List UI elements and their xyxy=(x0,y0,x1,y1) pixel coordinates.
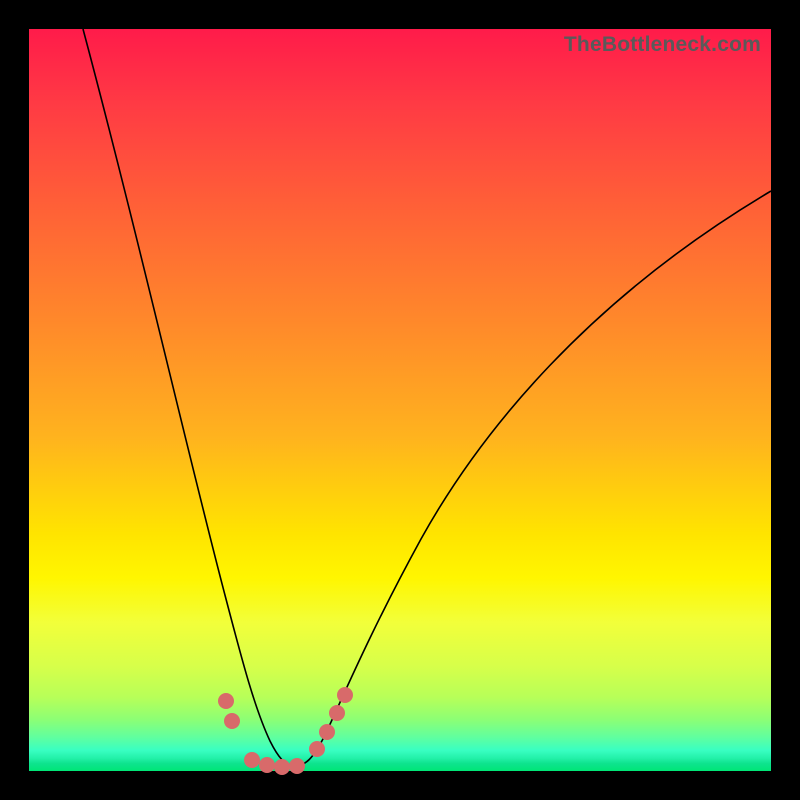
marker-group xyxy=(218,687,353,775)
plot-area: TheBottleneck.com xyxy=(29,29,771,771)
marker-dot xyxy=(337,687,353,703)
marker-dot xyxy=(319,724,335,740)
marker-dot xyxy=(289,758,305,774)
marker-dot xyxy=(224,713,240,729)
marker-dot xyxy=(329,705,345,721)
marker-dot xyxy=(274,759,290,775)
marker-dot xyxy=(259,757,275,773)
chart-overlay xyxy=(29,29,771,771)
marker-dot xyxy=(218,693,234,709)
bottleneck-curve xyxy=(83,29,771,766)
outer-frame: TheBottleneck.com xyxy=(0,0,800,800)
marker-dot xyxy=(309,741,325,757)
marker-dot xyxy=(244,752,260,768)
